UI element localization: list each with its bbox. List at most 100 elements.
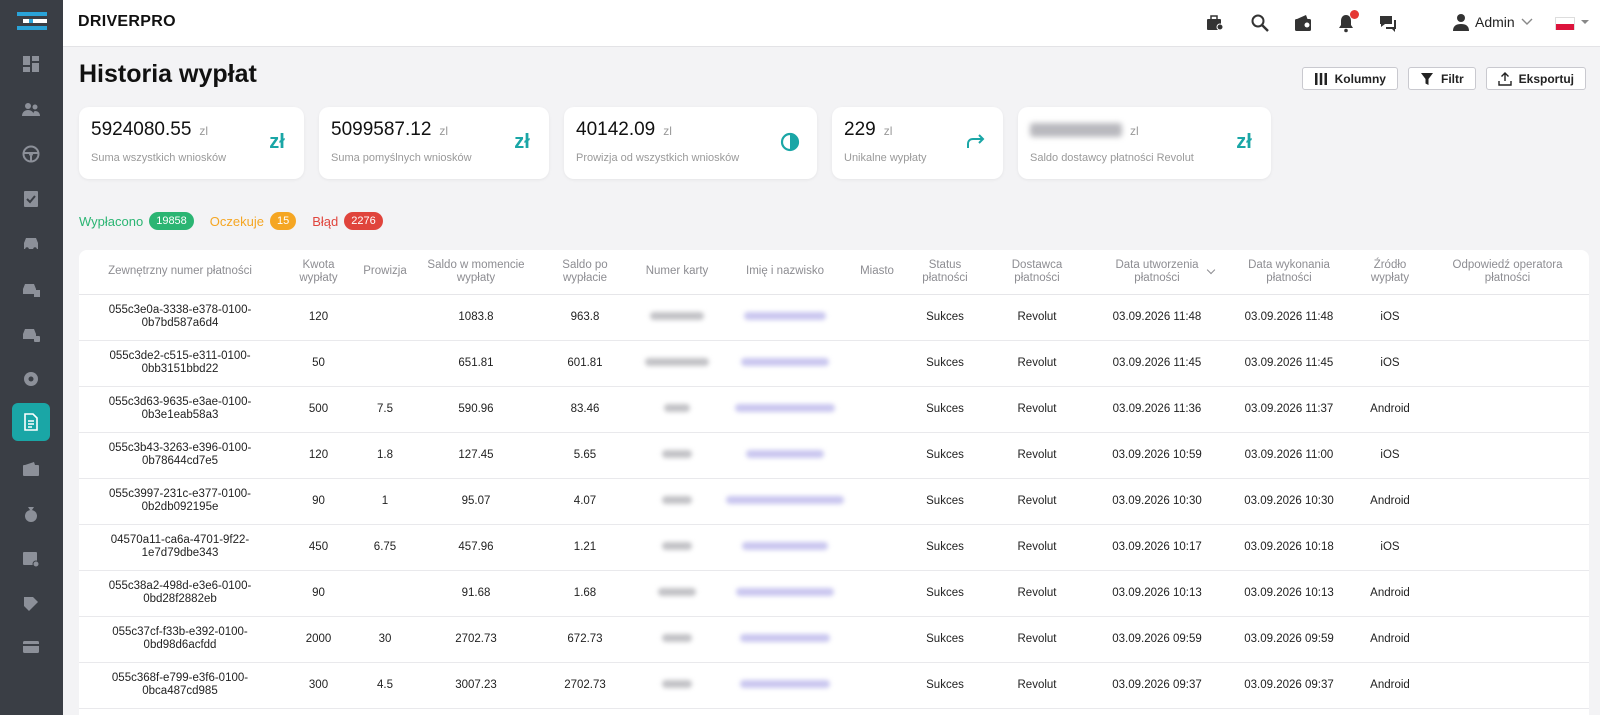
column-header-label: Status płatności (922, 258, 968, 284)
redacted-card-number (650, 311, 704, 320)
sidebar-item-cars[interactable] (12, 225, 50, 263)
search-button[interactable] (1249, 12, 1271, 34)
table-row[interactable]: 055c38a2-498d-e3e6-0100-0bd28f2882eb 90 91… (79, 570, 1589, 617)
cell-created: 03.09.2026 09:37 (1090, 662, 1224, 709)
sidebar-item-tasks[interactable] (12, 180, 50, 218)
cell-amount: 90 (281, 478, 356, 525)
user-menu[interactable]: Admin (1453, 13, 1533, 31)
table-row[interactable]: 04570a11-ca6a-4701-9f22-1e7d79dbe343 450 6… (79, 524, 1589, 571)
redacted-full-name (742, 541, 828, 550)
sidebar-item-reports[interactable] (12, 540, 50, 578)
column-header[interactable]: Numer karty (632, 250, 722, 295)
card-currency: zl (199, 124, 209, 138)
filter-icon (1420, 72, 1433, 85)
wallet-button[interactable] (1292, 12, 1314, 34)
sort-chevron-down-icon[interactable] (1206, 265, 1216, 275)
cell-balance-after: 1.68 (538, 570, 632, 617)
notification-dot (1350, 10, 1359, 19)
cell-full-name-redacted (722, 616, 848, 663)
cell-balance-before: 3007.23 (414, 662, 538, 709)
redacted-card-number (662, 495, 692, 504)
cell-status: Sukces (906, 478, 984, 525)
cell-card-number-redacted (632, 294, 722, 341)
sidebar (0, 0, 63, 715)
status-label: Wypłacono (79, 213, 144, 229)
cell-card-number-redacted (632, 478, 722, 525)
cell-executed: 03.09.2026 11:48 (1224, 294, 1354, 341)
column-header[interactable]: Źródło wypłaty (1354, 250, 1426, 295)
cell-full-name-redacted (722, 524, 848, 571)
cell-city (848, 294, 906, 341)
table-row[interactable]: 055c3de2-c515-e311-0100-0bb3151bbd22 50 65… (79, 340, 1589, 387)
table-row[interactable]: 055c3b43-3263-e396-0100-0b78644cd7e5 120 1… (79, 432, 1589, 479)
sidebar-item-car-rentals[interactable] (12, 315, 50, 353)
cell-fee (356, 294, 414, 341)
sidebar-item-discounts[interactable] (12, 585, 50, 623)
redacted-card-number (662, 633, 692, 642)
sidebar-item-settings[interactable] (12, 360, 50, 398)
sidebar-item-payouts[interactable] (12, 403, 50, 441)
cell-card-number-redacted (632, 524, 722, 571)
cell-source: Android (1354, 662, 1426, 709)
notifications-button[interactable] (1335, 10, 1359, 34)
sidebar-item-money[interactable] (12, 495, 50, 533)
cell-city (848, 340, 906, 387)
cell-response (1426, 570, 1589, 617)
status-filter-paid[interactable]: Wypłacono 19858 (79, 212, 194, 230)
table-row[interactable]: 055c3e0a-3338-e378-0100-0b7bd587a6d4 120 1… (79, 294, 1589, 341)
column-header[interactable]: Saldo po wypłacie (538, 250, 632, 295)
sidebar-item-wallet[interactable] (12, 450, 50, 488)
status-label: Błąd (312, 213, 339, 229)
cell-balance-before: 457.96 (414, 524, 538, 571)
sidebar-item-users[interactable] (12, 90, 50, 128)
column-header[interactable]: Data wykonania płatności (1224, 250, 1354, 295)
cell-executed: 03.09.2026 09:37 (1224, 662, 1354, 709)
column-header[interactable]: Status płatności (906, 250, 984, 295)
cell-balance-after: 963.8 (538, 294, 632, 341)
sidebar-item-car-services[interactable] (12, 270, 50, 308)
column-header[interactable]: Dostawca płatności (984, 250, 1090, 295)
cell-response (1426, 340, 1589, 387)
column-header[interactable]: Saldo w momencie wypłaty (414, 250, 538, 295)
cell-source: Android (1354, 478, 1426, 525)
table-row[interactable]: 055c3d63-9635-e3ae-0100-0b3e1eab58a3 500 7… (79, 386, 1589, 433)
column-header[interactable]: Miasto (848, 250, 906, 295)
briefcase-button[interactable] (1204, 12, 1226, 34)
summary-cards: 5924080.55 zl Suma wszystkich wniosków zł… (79, 107, 1271, 179)
status-filter-pending[interactable]: Oczekuje 15 (210, 212, 297, 230)
columns-button[interactable]: Kolumny (1301, 67, 1398, 90)
sidebar-item-dashboard[interactable] (12, 45, 50, 83)
sidebar-item-drivers[interactable] (12, 135, 50, 173)
app-logo-icon[interactable] (17, 10, 47, 34)
cell-created: 03.09.2026 10:13 (1090, 570, 1224, 617)
cell-source: Android (1354, 570, 1426, 617)
status-filter-error[interactable]: Błąd 2276 (312, 212, 383, 230)
column-header[interactable]: Data utworzenia płatności (1090, 250, 1224, 295)
messages-button[interactable] (1377, 12, 1399, 34)
cell-id: 055c38a2-498d-e3e6-0100-0bd28f2882eb (79, 570, 281, 617)
card-label: Suma pomyślnych wniosków (331, 152, 472, 164)
cell-full-name-redacted (722, 340, 848, 387)
column-header-label: Zewnętrzny numer płatności (108, 265, 252, 278)
cell-executed: 03.09.2026 10:18 (1224, 524, 1354, 571)
redacted-full-name (744, 311, 826, 320)
card-value: 5099587.12 (331, 119, 432, 140)
column-header[interactable]: Prowizja (356, 250, 414, 295)
table-row[interactable]: 055c368f-e799-e3f6-0100-0bca487cd985 300 4… (79, 662, 1589, 709)
card-value: 229 (844, 119, 876, 140)
sidebar-item-cards[interactable] (12, 628, 50, 666)
language-caret-icon[interactable] (1581, 20, 1589, 24)
cell-city (848, 432, 906, 479)
export-button[interactable]: Eksportuj (1485, 67, 1586, 90)
share-arrow-icon (963, 129, 989, 155)
table-row[interactable]: 055c37cf-f33b-e392-0100-0bd98d6acfdd 2000… (79, 616, 1589, 663)
language-flag-icon[interactable] (1555, 17, 1575, 30)
brand-name: DRIVERPRO (78, 13, 176, 30)
column-header[interactable]: Kwota wypłaty (281, 250, 356, 295)
filter-button[interactable]: Filtr (1407, 67, 1476, 90)
column-header[interactable]: Imię i nazwisko (722, 250, 848, 295)
column-header[interactable]: Zewnętrzny numer płatności (79, 250, 281, 295)
column-header[interactable]: Odpowiedź operatora płatności (1426, 250, 1589, 295)
status-count-badge: 19858 (149, 212, 194, 230)
table-row[interactable]: 055c3997-231c-e377-0100-0b2db092195e 90 1 9… (79, 478, 1589, 525)
